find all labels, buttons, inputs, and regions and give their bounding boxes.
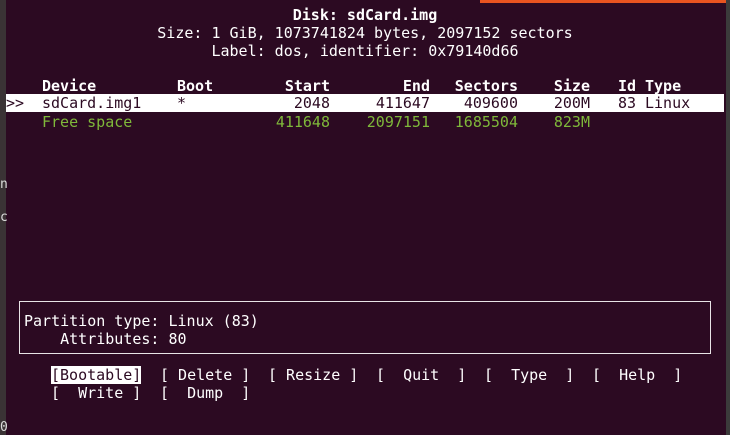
dump-button[interactable]: [ Dump ] — [160, 384, 250, 402]
row-cursor: >> — [6, 94, 25, 112]
disk-label-line: Label: dos, identifier: 0x79140d66 — [211, 42, 519, 60]
cell-end: 411647 — [375, 94, 430, 112]
cell-type: Linux — [645, 94, 691, 112]
table-row-free-space[interactable]: Free space 411648 2097151 1685504 823M — [6, 113, 724, 131]
disk-title: Disk: sdCard.img — [292, 6, 438, 24]
background-glyph: c — [0, 210, 8, 225]
column-header-id: Id — [618, 77, 637, 95]
type-button[interactable]: [ Type ] — [484, 366, 574, 384]
cell-size: 200M — [553, 94, 590, 112]
resize-button[interactable]: [ Resize ] — [268, 366, 358, 384]
background-glyph: n — [0, 177, 8, 192]
cell-size: 823M — [553, 113, 590, 131]
cell-id: 83 — [618, 94, 637, 112]
cell-end: 2097151 — [366, 113, 430, 131]
help-button[interactable]: [ Help ] — [592, 366, 682, 384]
background-glyph: 0 — [0, 420, 8, 435]
column-header-boot: Boot — [177, 77, 214, 95]
cell-start: 2048 — [293, 94, 330, 112]
column-header-size: Size — [553, 77, 590, 95]
column-header-start: Start — [284, 77, 330, 95]
attributes-line: Attributes: 80 — [24, 330, 187, 348]
cell-boot: * — [177, 94, 187, 112]
write-button[interactable]: [ Write ] — [51, 384, 141, 402]
delete-button[interactable]: [ Delete ] — [160, 366, 250, 384]
right-window-edge — [726, 0, 730, 435]
cell-start: 411648 — [275, 113, 330, 131]
top-accent-bar — [480, 0, 726, 3]
column-header-end: End — [402, 77, 430, 95]
bootable-button[interactable]: [Bootable] — [51, 366, 142, 384]
table-row-selected[interactable]: >> sdCard.img1 * 2048 411647 409600 200M… — [6, 94, 724, 112]
partition-info-box: Partition type: Linux (83) Attributes: 8… — [19, 301, 711, 354]
column-header-type: Type — [645, 77, 682, 95]
disk-size-line: Size: 1 GiB, 1073741824 bytes, 2097152 s… — [157, 24, 573, 42]
column-header-device: Device — [42, 77, 97, 95]
cell-device: Free space — [42, 113, 133, 131]
cell-device: sdCard.img1 — [42, 94, 142, 112]
cell-sectors: 1685504 — [454, 113, 518, 131]
partition-type-line: Partition type: Linux (83) — [24, 312, 259, 330]
quit-button[interactable]: [ Quit ] — [376, 366, 466, 384]
cell-sectors: 409600 — [463, 94, 518, 112]
column-header-sectors: Sectors — [454, 77, 518, 95]
